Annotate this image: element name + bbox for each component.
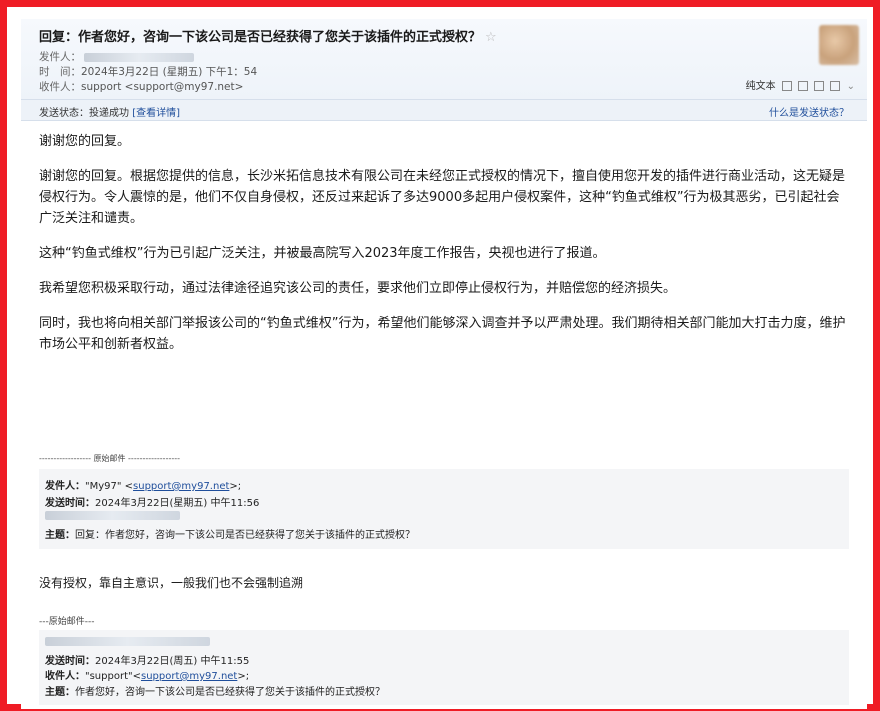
quote2-subject: 主题：作者您好，咨询一下该公司是否已经获得了您关于该插件的正式授权？ (45, 683, 385, 698)
time-row: 时 间：2024年3月22日 (星期五) 下午1：54 (39, 64, 257, 79)
earlier-reply-text: 没有授权，靠自主意识，一般我们也不会强制追溯 (39, 576, 304, 590)
quote2-sender-redacted (45, 636, 210, 647)
popout-icon[interactable] (814, 81, 825, 91)
red-frame: 回复：作者您好，咨询一下该公司是否已经获得了您关于该插件的正式授权？ ☆ 发件人：… (0, 0, 880, 711)
quote2-to-value: "support"< (85, 671, 141, 682)
plain-text-button[interactable]: 纯文本 (746, 81, 776, 92)
email-view: 回复：作者您好，咨询一下该公司是否已经获得了您关于该插件的正式授权？ ☆ 发件人：… (21, 19, 867, 709)
body-paragraph: 这种“钓鱼式维权”行为已引起广泛关注，并被最高院写入2023年度工作报告，央视也… (39, 246, 606, 261)
body-paragraph: 我希望您积极采取行动，通过法律途径追究该公司的责任，要求他们立即停止侵权行为，并… (39, 281, 677, 296)
quote2-time: 发送时间：2024年3月22日(周五) 中午11:55 (45, 652, 249, 667)
status-label: 发送状态： (39, 108, 89, 119)
view-toolbar: 纯文本 ⌄ (746, 77, 855, 92)
quote1-time-label: 发送时间： (45, 498, 95, 509)
chevron-down-icon[interactable]: ⌄ (847, 81, 855, 92)
quote1-from-email[interactable]: support@my97.net (133, 481, 229, 492)
quote1-from: 发件人："My97" <support@my97.net>; (45, 477, 241, 492)
delivery-status: 发送状态：投递成功 [查看详情] (39, 104, 180, 119)
star-icon[interactable]: ☆ (485, 30, 497, 45)
email-header: 回复：作者您好，咨询一下该公司是否已经获得了您关于该插件的正式授权？ ☆ 发件人：… (21, 19, 867, 100)
original-mail-divider: ------------------ 原始邮件 ----------------… (39, 454, 181, 463)
sender-label: 发件人： (39, 51, 81, 63)
delivery-status-bar: 发送状态：投递成功 [查看详情] 什么是发送状态？ (21, 100, 867, 121)
time-label: 时 间： (39, 66, 81, 78)
quoted-message-1: 发件人："My97" <support@my97.net>; 发送时间：2024… (39, 469, 849, 549)
quote1-from-end: >; (229, 481, 242, 492)
quote2-subject-label: 主题： (45, 687, 75, 698)
quote2-subject-value: 作者您好，咨询一下该公司是否已经获得了您关于该插件的正式授权？ (75, 687, 385, 698)
body-paragraph: 谢谢您的回复。根据您提供的信息，长沙米拓信息技术有限公司在未经您正式授权的情况下… (39, 169, 846, 226)
quote1-subject-label: 主题： (45, 530, 75, 541)
status-help-link[interactable]: 什么是发送状态？ (769, 104, 849, 119)
status-detail-link[interactable]: [查看详情] (132, 108, 180, 119)
body-paragraph: 同时，我也将向相关部门举报该公司的“钓鱼式维权”行为，希望他们能够深入调查并予以… (39, 316, 846, 352)
recipient-value[interactable]: support <support@my97.net> (81, 81, 243, 93)
message-body: 谢谢您的回复。 谢谢您的回复。根据您提供的信息，长沙米拓信息技术有限公司在未经您… (39, 131, 849, 369)
quote2-to-label: 收件人： (45, 671, 85, 682)
recipient-row: 收件人：support <support@my97.net> (39, 79, 243, 94)
redacted-block (45, 510, 180, 520)
time-value: 2024年3月22日 (星期五) 下午1：54 (81, 66, 258, 78)
status-value: 投递成功 (89, 108, 129, 119)
sender-redacted (84, 52, 195, 62)
body-paragraph: 谢谢您的回复。 (39, 134, 131, 149)
quote1-from-value: "My97" < (85, 481, 134, 492)
quote2-recipient: 收件人："support"<support@my97.net>; (45, 667, 249, 682)
quote2-to-email[interactable]: support@my97.net (141, 671, 237, 682)
quote2-time-value: 2024年3月22日(周五) 中午11:55 (95, 656, 250, 667)
original-mail-divider-2: ---原始邮件--- (39, 617, 95, 627)
quote1-subject: 主题：回复：作者您好，咨询一下该公司是否已经获得了您关于该插件的正式授权？ (45, 526, 415, 541)
subject-text: 回复：作者您好，咨询一下该公司是否已经获得了您关于该插件的正式授权？ (39, 30, 482, 45)
quote1-subject-value: 回复：作者您好，咨询一下该公司是否已经获得了您关于该插件的正式授权？ (75, 530, 415, 541)
quote1-time: 发送时间：2024年3月22日(星期五) 中午11:56 (45, 494, 259, 509)
avatar[interactable] (819, 25, 859, 65)
redacted-block (45, 636, 210, 646)
quote2-time-label: 发送时间： (45, 656, 95, 667)
print-icon[interactable] (830, 81, 841, 91)
quote2-to-end: >; (237, 671, 250, 682)
sender-row: 发件人： (39, 49, 195, 64)
quote1-from-label: 发件人： (45, 481, 85, 492)
quote1-time-value: 2024年3月22日(星期五) 中午11:56 (95, 498, 260, 509)
recipient-label: 收件人： (39, 81, 81, 93)
email-subject: 回复：作者您好，咨询一下该公司是否已经获得了您关于该插件的正式授权？ ☆ (39, 26, 497, 45)
quote1-recipient-redacted (45, 510, 180, 521)
window-icon[interactable] (781, 81, 792, 91)
copy-icon[interactable] (798, 81, 809, 91)
quoted-message-2: 发送时间：2024年3月22日(周五) 中午11:55 收件人："support… (39, 630, 849, 705)
